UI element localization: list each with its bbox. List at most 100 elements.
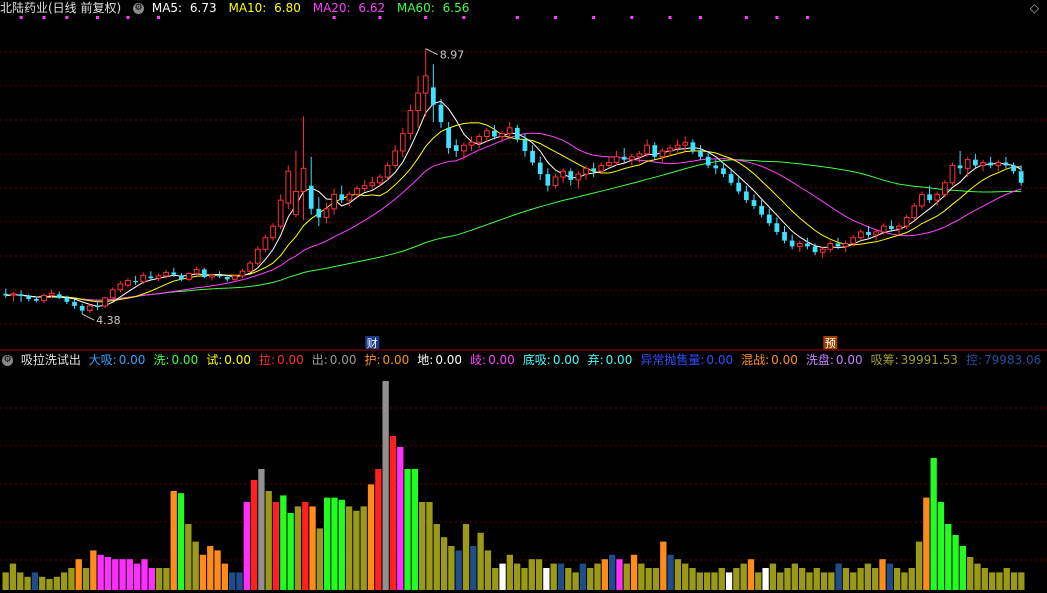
indicator-bar (601, 559, 608, 590)
signal-dot (592, 16, 596, 19)
candle-body-up (560, 170, 566, 178)
indicator-bar (806, 572, 813, 590)
marker-yu: 预 (825, 337, 836, 350)
indicator-bar (97, 554, 104, 590)
signal-dot (157, 16, 161, 19)
indicator-bar (309, 506, 316, 590)
candle-body-up (300, 167, 307, 192)
indicator-bar (426, 502, 433, 590)
indicator-bar (857, 568, 864, 590)
candle-body-down (713, 165, 719, 169)
candle-body-down (690, 142, 696, 151)
indicator-bar (53, 576, 60, 590)
indicator-bar (784, 568, 791, 590)
indicator-bar (455, 550, 462, 590)
indicator-bar (2, 572, 9, 590)
indicator-bar (75, 559, 82, 590)
indicator-bar (375, 469, 382, 590)
indicator-bar (967, 557, 974, 590)
candle-body-up (941, 182, 948, 195)
indicator-bar (514, 563, 521, 590)
signal-dot (553, 16, 557, 19)
candle-body-up (125, 279, 131, 286)
candle-body-down (957, 165, 963, 169)
indicator-bar (565, 568, 572, 590)
indicator-bar (901, 572, 908, 590)
candle-body-up (262, 237, 269, 250)
indicator-bar (755, 572, 762, 590)
candle-body-down (927, 194, 932, 201)
indicator-bar (170, 491, 177, 590)
indicator-bar (828, 572, 835, 590)
candle-body-up (903, 216, 910, 227)
candle-body-up (674, 144, 681, 149)
candle-body-down (812, 246, 818, 253)
candle-body-down (171, 272, 177, 275)
indicator-bar (813, 568, 820, 590)
chart-canvas: 8.97 4.38 财 预 (0, 16, 1047, 590)
candle-body-up (193, 269, 200, 275)
indicator-bar (404, 469, 411, 590)
candle-body-down (201, 269, 207, 278)
candle-body-up (346, 193, 353, 201)
indicator-bar (557, 563, 565, 590)
candle-body-down (789, 240, 795, 247)
signal-dot (95, 16, 99, 19)
indicator-bar (535, 559, 543, 590)
candle-body-up (422, 75, 429, 94)
indicator-bar (338, 499, 345, 590)
indicator-bar (272, 502, 280, 590)
indicator-bar (60, 572, 68, 590)
indicator-bar (382, 381, 389, 590)
indicator-bar (915, 541, 923, 590)
candle-body-up (476, 136, 483, 143)
indicator-bar (31, 572, 39, 590)
candle-body-down (721, 168, 726, 175)
candle-body-down (339, 194, 345, 201)
candle-body-up (819, 248, 826, 253)
indicator-bar (594, 563, 601, 590)
indicator-bar (923, 497, 930, 590)
candle-body-up (796, 242, 803, 247)
candle-body-up (209, 274, 215, 278)
indicator-bar (711, 572, 718, 590)
candle-body-down (835, 243, 841, 247)
candle-body-down (1003, 162, 1009, 166)
candle-body-up (857, 231, 864, 239)
indicator-bar (90, 550, 97, 590)
indicator-bar (207, 546, 214, 590)
indicator-bar (177, 493, 185, 590)
signal-dot (805, 16, 809, 19)
indicator-bar (316, 528, 324, 590)
candle-body-up (254, 248, 261, 264)
candle-body-down (705, 156, 711, 166)
candle-body-up (468, 141, 475, 146)
candle-body-down (1011, 165, 1016, 172)
candle-body-up (377, 176, 383, 184)
indicator-bar (46, 579, 53, 590)
indicator-bar (433, 524, 440, 590)
indicator-bar (835, 563, 842, 590)
indicator-bar (550, 563, 557, 590)
indicator-bar (528, 559, 535, 590)
candle-body-down (492, 130, 497, 137)
indicator-bar (353, 510, 360, 590)
indicator-bar (9, 563, 17, 590)
candle-body-up (163, 271, 170, 277)
candle-body-up (606, 162, 612, 166)
indicator-bar (937, 502, 945, 590)
indicator-bar (39, 576, 46, 590)
candle-body-down (179, 275, 184, 280)
candle-body-up (384, 164, 391, 178)
candle-body-down (3, 293, 9, 296)
indicator-bar (616, 559, 623, 590)
candle-body-up (628, 156, 635, 161)
indicator-bar (243, 502, 250, 590)
signal-dot (378, 16, 382, 19)
indicator-bar (1003, 568, 1010, 590)
candle-body-up (644, 144, 650, 155)
indicator-bar (988, 572, 996, 590)
indicator-bar (345, 506, 353, 590)
candle-body-down (621, 156, 627, 160)
candle-body-up (399, 133, 406, 152)
